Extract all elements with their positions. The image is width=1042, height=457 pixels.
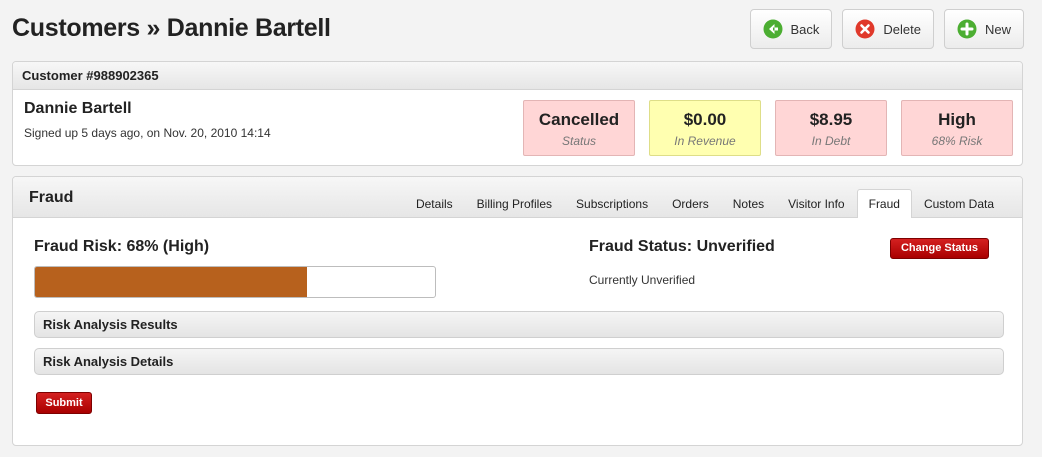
debt-stat-box: $8.95 In Debt xyxy=(775,100,887,156)
risk-analysis-results-section[interactable]: Risk Analysis Results xyxy=(34,311,1004,338)
risk-stat-box: High 68% Risk xyxy=(901,100,1013,156)
tab-custom-data[interactable]: Custom Data xyxy=(912,189,1006,218)
customer-name: Dannie Bartell xyxy=(24,100,132,117)
status-stat-box: Cancelled Status xyxy=(523,100,635,156)
fraud-panel: Fraud Details Billing Profiles Subscript… xyxy=(12,176,1023,446)
fraud-risk-bar xyxy=(34,266,436,298)
submit-button[interactable]: Submit xyxy=(36,392,92,414)
stat-value: $8.95 xyxy=(809,110,853,129)
customer-signup-info: Signed up 5 days ago, on Nov. 20, 2010 1… xyxy=(24,126,271,140)
delete-label: Delete xyxy=(883,21,921,37)
change-status-button[interactable]: Change Status xyxy=(890,238,989,259)
fraud-status-text: Currently Unverified xyxy=(589,273,696,287)
page-title: Customers » Dannie Bartell xyxy=(12,14,331,42)
fraud-panel-title: Fraud xyxy=(29,189,74,206)
fraud-risk-title: Fraud Risk: 68% (High) xyxy=(34,238,210,255)
tab-bar: Details Billing Profiles Subscriptions O… xyxy=(404,189,1006,218)
new-button[interactable]: New xyxy=(943,9,1024,49)
stat-label: In Debt xyxy=(811,134,851,148)
tab-fraud[interactable]: Fraud xyxy=(856,189,912,218)
tab-orders[interactable]: Orders xyxy=(660,189,721,218)
tab-billing-profiles[interactable]: Billing Profiles xyxy=(465,189,564,218)
tab-notes[interactable]: Notes xyxy=(721,189,776,218)
tab-subscriptions[interactable]: Subscriptions xyxy=(564,189,660,218)
toolbar: Back Delete New xyxy=(749,9,1024,49)
stat-value: $0.00 xyxy=(683,110,727,129)
customer-summary-panel: Customer #988902365 Dannie Bartell Signe… xyxy=(12,61,1023,166)
delete-button[interactable]: Delete xyxy=(842,9,934,49)
stat-value: Cancelled xyxy=(538,110,620,129)
stat-label: 68% Risk xyxy=(931,134,983,148)
stat-value: High xyxy=(938,110,976,129)
back-button[interactable]: Back xyxy=(749,9,833,49)
fraud-status-title: Fraud Status: Unverified xyxy=(589,238,775,255)
add-plus-icon xyxy=(957,19,977,39)
back-label: Back xyxy=(790,21,820,37)
delete-x-icon xyxy=(855,19,875,39)
tab-visitor-info[interactable]: Visitor Info xyxy=(776,189,856,218)
fraud-panel-header: Fraud Details Billing Profiles Subscript… xyxy=(13,177,1022,218)
risk-analysis-details-section[interactable]: Risk Analysis Details xyxy=(34,348,1004,375)
back-arrow-icon xyxy=(763,19,782,39)
fraud-risk-bar-fill xyxy=(35,267,307,297)
stat-label: Status xyxy=(561,134,597,148)
customer-panel-title: Customer #988902365 xyxy=(13,62,1022,90)
tab-details[interactable]: Details xyxy=(404,189,465,218)
revenue-stat-box: $0.00 In Revenue xyxy=(649,100,761,156)
new-label: New xyxy=(984,21,1011,37)
stat-label: In Revenue xyxy=(674,134,736,148)
